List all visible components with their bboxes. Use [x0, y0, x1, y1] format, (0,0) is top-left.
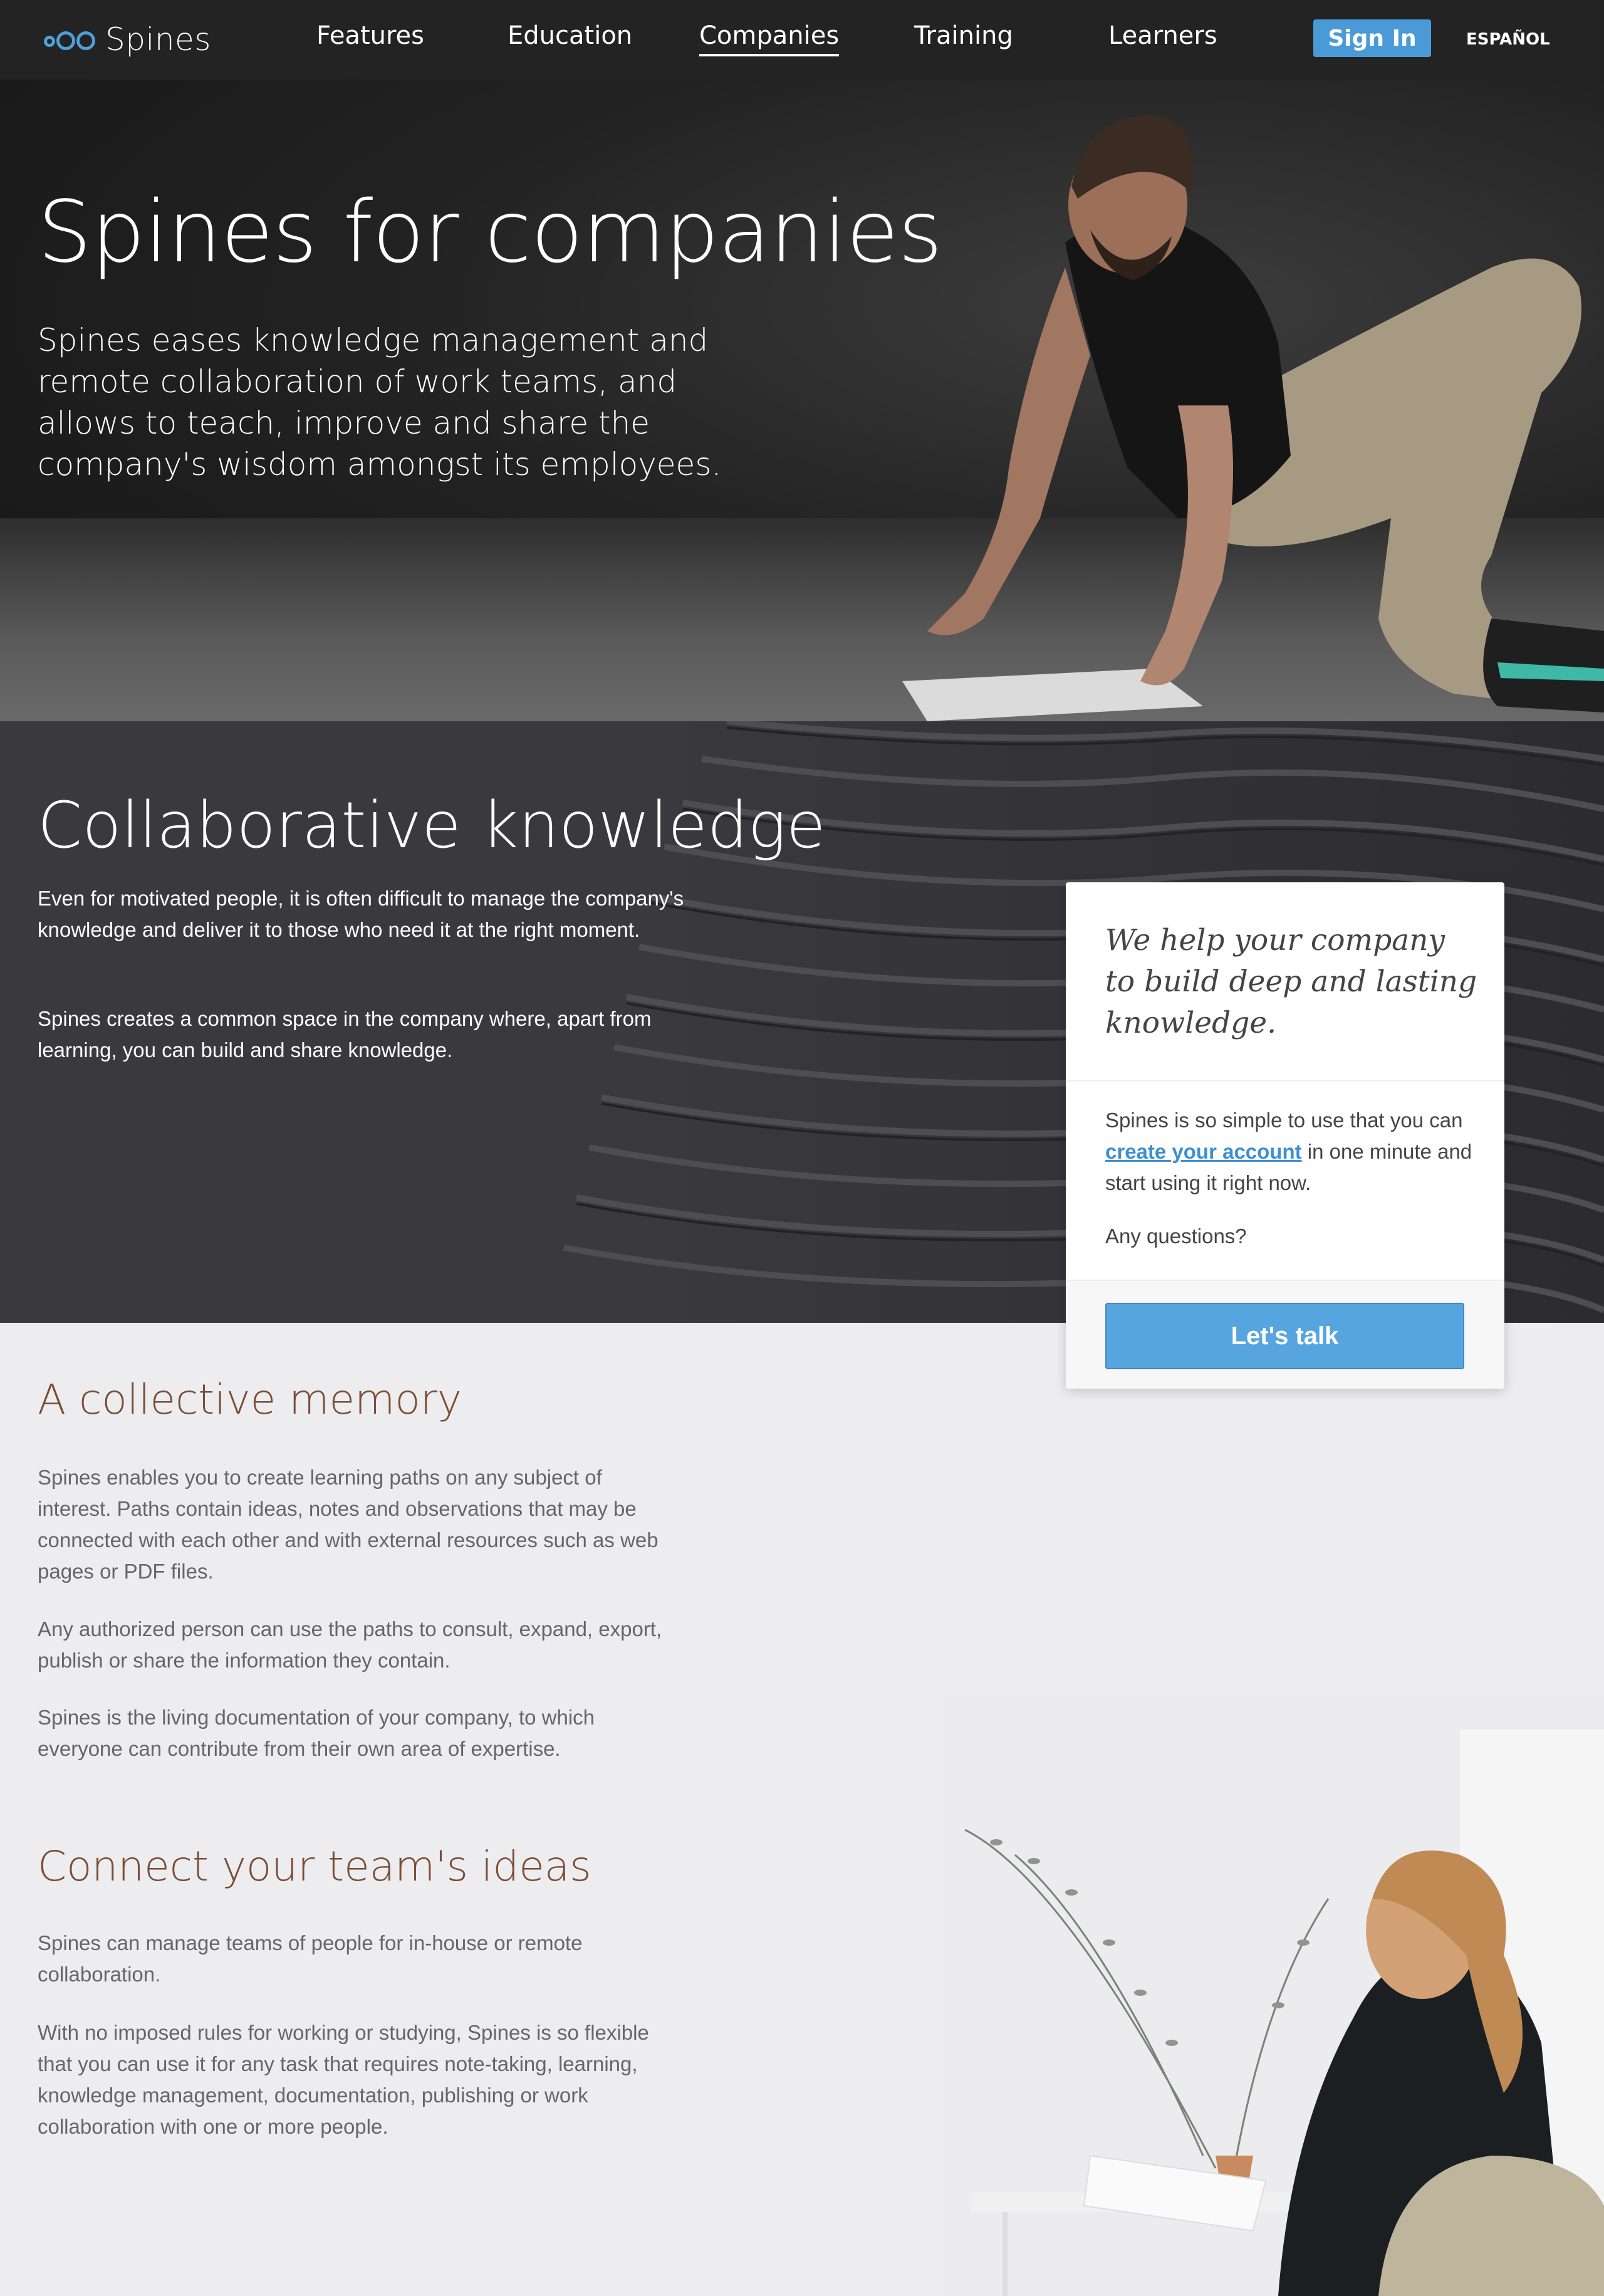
hero-section: Spines for companies Spines eases knowle…: [0, 80, 1604, 721]
card-footer: Let's talk: [1066, 1280, 1504, 1389]
nav-link-learners[interactable]: Learners: [1108, 21, 1217, 50]
card-text-before: Spines is so simple to use that you can: [1105, 1109, 1463, 1132]
team-title: Connect your team's ideas: [38, 1842, 591, 1891]
card-quote: We help your company to build deep and l…: [1105, 923, 1477, 1040]
nav-link-training[interactable]: Training: [914, 21, 1013, 50]
logo[interactable]: Spines: [44, 18, 211, 61]
woman-writing-image: [940, 1692, 1604, 2296]
hero-man-drawing-image: [902, 115, 1604, 721]
collab-title: Collaborative knowledge: [38, 788, 826, 863]
sign-in-button[interactable]: Sign In: [1313, 19, 1431, 57]
nav-link-companies[interactable]: Companies: [699, 21, 840, 56]
memory-paragraph: Spines enables you to create learning pa…: [38, 1466, 659, 1583]
collab-paragraph: Spines creates a common space in the com…: [38, 1007, 652, 1062]
create-account-link[interactable]: create your account: [1105, 1140, 1302, 1163]
memory-title: A collective memory: [38, 1375, 462, 1424]
collab-paragraph: Even for motivated people, it is often d…: [38, 887, 684, 941]
nav-link-features[interactable]: Features: [316, 21, 424, 50]
hero-description: Spines eases knowledge management and re…: [38, 322, 722, 483]
card-questions: Any questions?: [1105, 1224, 1247, 1248]
logo-text: Spines: [105, 21, 211, 58]
memory-paragraph: Any authorized person can use the paths …: [38, 1617, 662, 1672]
nav-link-education[interactable]: Education: [508, 21, 632, 50]
hero-title: Spines for companies: [38, 183, 942, 282]
cta-card: We help your company to build deep and l…: [1066, 882, 1504, 1389]
team-paragraph: With no imposed rules for working or stu…: [38, 2021, 649, 2138]
top-nav: Spines Features Education Companies Trai…: [0, 0, 1604, 80]
language-switch-link[interactable]: ESPAÑOL: [1466, 30, 1550, 49]
lets-talk-button[interactable]: Let's talk: [1105, 1303, 1464, 1369]
card-text: Spines is so simple to use that you can …: [1105, 1105, 1481, 1199]
spines-logo-icon: [44, 27, 100, 52]
team-paragraph: Spines can manage teams of people for in…: [38, 1931, 583, 1986]
card-divider: [1066, 1080, 1504, 1082]
memory-paragraph: Spines is the living documentation of yo…: [38, 1706, 595, 1760]
